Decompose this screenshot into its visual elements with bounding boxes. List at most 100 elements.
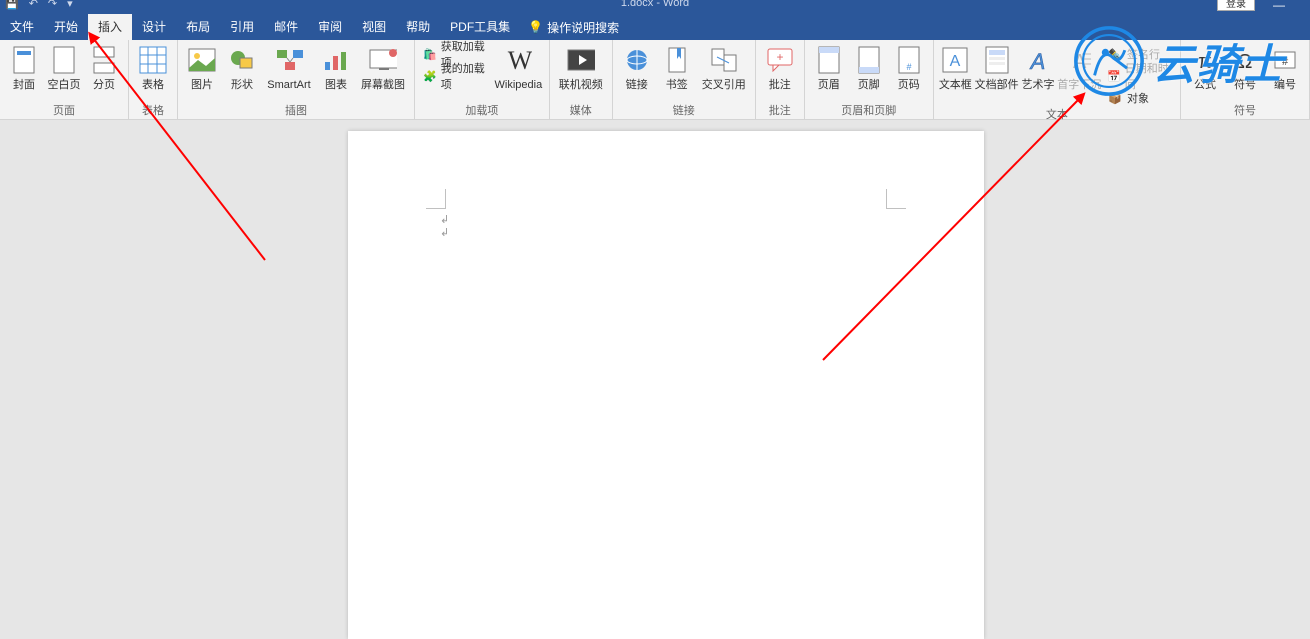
title-bar: 💾 ↶ ↷ ▾ 1.docx - Word 登录 — <box>0 0 1310 14</box>
tab-review[interactable]: 审阅 <box>308 14 352 40</box>
bookmark-button[interactable]: 书签 <box>657 42 697 92</box>
cover-page-label: 封面 <box>13 78 35 92</box>
pictures-label: 图片 <box>191 78 213 92</box>
shapes-button[interactable]: 形状 <box>222 42 262 92</box>
symbol-button[interactable]: Ω 符号 <box>1225 42 1265 92</box>
datetime-button[interactable]: 📅日期和时间 <box>1103 66 1176 86</box>
number-label: 编号 <box>1274 78 1296 92</box>
object-button[interactable]: 📦对象 <box>1103 88 1176 108</box>
group-tables-label: 表格 <box>142 104 164 120</box>
picture-icon <box>188 44 216 76</box>
equation-button[interactable]: π 公式 <box>1185 42 1225 92</box>
wordart-icon: A <box>1024 44 1052 76</box>
document-area[interactable]: ↲↲ <box>0 120 1310 639</box>
table-label: 表格 <box>142 78 164 92</box>
group-links: 链接 书签 交叉引用 链接 <box>613 40 756 120</box>
quickparts-button[interactable]: 文档部件 <box>973 42 1020 92</box>
link-button[interactable]: 链接 <box>617 42 657 92</box>
footer-button[interactable]: 页脚 <box>849 42 889 92</box>
undo-icon[interactable]: ↶ <box>26 0 41 10</box>
header-button[interactable]: 页眉 <box>809 42 849 92</box>
chart-button[interactable]: 图表 <box>316 42 356 92</box>
pictures-button[interactable]: 图片 <box>182 42 222 92</box>
ribbon: 封面 空白页 分页 页面 表格 表格 图片 <box>0 40 1310 120</box>
textbox-icon: A <box>941 44 969 76</box>
quickparts-label: 文档部件 <box>975 78 1019 92</box>
online-video-button[interactable]: 联机视频 <box>554 42 608 92</box>
save-icon[interactable]: 💾 <box>2 0 22 10</box>
store-icon: 🛍️ <box>423 46 437 62</box>
screenshot-button[interactable]: 屏幕截图 <box>356 42 410 92</box>
tab-view[interactable]: 视图 <box>352 14 396 40</box>
header-icon <box>815 44 843 76</box>
equation-icon: π <box>1191 44 1219 76</box>
group-comments: + 批注 批注 <box>756 40 805 120</box>
cover-page-button[interactable]: 封面 <box>4 42 44 92</box>
tab-file[interactable]: 文件 <box>0 14 44 40</box>
blank-page-button[interactable]: 空白页 <box>44 42 84 92</box>
group-addins-label: 加载项 <box>465 104 498 120</box>
crossref-button[interactable]: 交叉引用 <box>697 42 751 92</box>
pagenum-button[interactable]: # 页码 <box>889 42 929 92</box>
number-button[interactable]: # 编号 <box>1265 42 1305 92</box>
lightbulb-icon: 💡 <box>528 20 543 34</box>
tab-insert[interactable]: 插入 <box>88 14 132 40</box>
document-page[interactable]: ↲↲ <box>348 131 984 639</box>
footer-icon <box>855 44 883 76</box>
page-break-label: 分页 <box>93 78 115 92</box>
smartart-button[interactable]: SmartArt <box>262 42 316 92</box>
screenshot-icon <box>369 44 397 76</box>
tab-home[interactable]: 开始 <box>44 14 88 40</box>
group-headerfooter-label: 页眉和页脚 <box>841 104 896 120</box>
header-label: 页眉 <box>818 78 840 92</box>
quick-access-toolbar: 💾 ↶ ↷ ▾ <box>0 0 76 10</box>
group-illustrations-label: 插图 <box>285 104 307 120</box>
tab-help[interactable]: 帮助 <box>396 14 440 40</box>
svg-text:A: A <box>950 53 961 70</box>
tab-pdftools[interactable]: PDF工具集 <box>440 14 520 40</box>
group-pages: 封面 空白页 分页 页面 <box>0 40 129 120</box>
chart-label: 图表 <box>325 78 347 92</box>
qat-dropdown-icon[interactable]: ▾ <box>64 0 76 10</box>
minimize-icon[interactable]: — <box>1273 0 1285 12</box>
redo-icon[interactable]: ↷ <box>45 0 60 10</box>
table-button[interactable]: 表格 <box>133 42 173 92</box>
dropcap-button[interactable]: A 首字下沉 <box>1056 42 1103 92</box>
textbox-button[interactable]: A 文本框 <box>938 42 973 92</box>
comment-icon: + <box>766 44 794 76</box>
tab-references[interactable]: 引用 <box>220 14 264 40</box>
screenshot-label: 屏幕截图 <box>361 78 405 92</box>
svg-text:#: # <box>906 62 911 72</box>
signature-icon: ✒️ <box>1107 46 1123 62</box>
bookmark-label: 书签 <box>666 78 688 92</box>
blank-page-icon <box>50 44 78 76</box>
tell-me-search[interactable]: 💡 操作说明搜索 <box>528 19 619 36</box>
link-icon <box>623 44 651 76</box>
group-symbols: π 公式 Ω 符号 # 编号 符号 <box>1181 40 1310 120</box>
wordart-button[interactable]: A 艺术字 <box>1020 42 1055 92</box>
symbol-icon: Ω <box>1231 44 1259 76</box>
wikipedia-icon: W <box>504 44 532 76</box>
comment-button[interactable]: + 批注 <box>760 42 800 92</box>
tab-mailings[interactable]: 邮件 <box>264 14 308 40</box>
group-comments-label: 批注 <box>769 104 791 120</box>
addins-icon: 🧩 <box>423 68 437 84</box>
page-break-button[interactable]: 分页 <box>84 42 124 92</box>
svg-text:+: + <box>776 50 783 64</box>
bookmark-icon <box>663 44 691 76</box>
svg-text:Ω: Ω <box>1238 51 1253 72</box>
number-icon: # <box>1271 44 1299 76</box>
svg-text:W: W <box>508 47 532 73</box>
my-addins-button[interactable]: 🧩我的加载项 <box>419 66 492 86</box>
login-button[interactable]: 登录 <box>1217 0 1255 11</box>
video-icon <box>567 44 595 76</box>
crossref-label: 交叉引用 <box>702 78 746 92</box>
comment-label: 批注 <box>769 78 791 92</box>
wikipedia-button[interactable]: W Wikipedia <box>492 42 545 92</box>
blank-page-label: 空白页 <box>48 78 81 92</box>
group-tables: 表格 表格 <box>129 40 178 120</box>
table-icon <box>139 44 167 76</box>
tab-layout[interactable]: 布局 <box>176 14 220 40</box>
dropcap-icon: A <box>1065 44 1093 76</box>
tab-design[interactable]: 设计 <box>132 14 176 40</box>
